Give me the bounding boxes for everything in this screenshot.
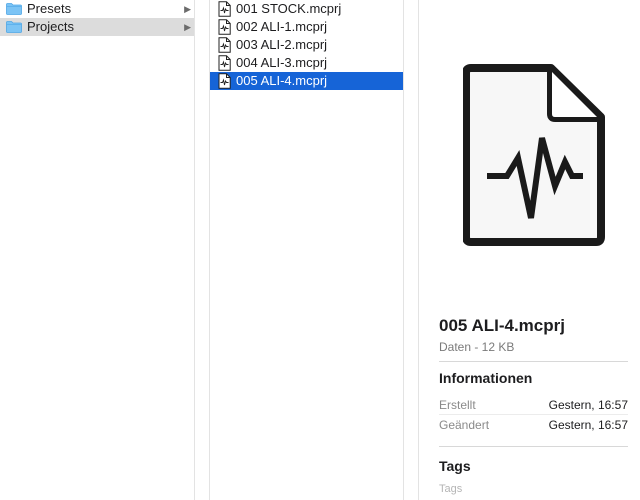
tags-input[interactable]: Tags	[439, 483, 462, 495]
info-key: Erstellt	[439, 398, 476, 412]
folder-item-label: Presets	[27, 1, 72, 16]
document-waveform-icon	[218, 73, 231, 89]
file-item[interactable]: 003 ALI-2.mcprj	[210, 36, 403, 54]
file-item-selected[interactable]: 005 ALI-4.mcprj	[210, 72, 403, 90]
folder-icon	[6, 21, 22, 33]
folder-item-projects[interactable]: Projects ▶	[0, 18, 194, 36]
file-column: 001 STOCK.mcprj 002 ALI-1.mcprj 003 ALI-…	[210, 0, 404, 500]
chevron-right-icon: ▶	[184, 22, 191, 32]
preview-file-name: 005 ALI-4.mcprj	[439, 316, 565, 335]
document-waveform-icon	[218, 19, 231, 35]
divider	[439, 361, 628, 362]
file-item-label: 004 ALI-3.mcprj	[236, 55, 328, 70]
document-waveform-icon	[218, 37, 231, 53]
info-row-created: Erstellt Gestern, 16:57	[439, 395, 628, 415]
document-waveform-icon	[218, 55, 231, 71]
column-resize-gap[interactable]	[195, 0, 210, 500]
info-key: Geändert	[439, 418, 490, 432]
file-item[interactable]: 001 STOCK.mcprj	[210, 0, 403, 18]
file-item-label: 005 ALI-4.mcprj	[236, 73, 328, 88]
file-item[interactable]: 004 ALI-3.mcprj	[210, 54, 403, 72]
tags-heading: Tags	[439, 458, 471, 474]
info-heading: Informationen	[439, 370, 533, 386]
document-waveform-icon	[462, 62, 605, 253]
file-item[interactable]: 002 ALI-1.mcprj	[210, 18, 403, 36]
divider	[439, 446, 628, 447]
file-item-label: 003 ALI-2.mcprj	[236, 37, 328, 52]
info-value: Gestern, 16:57	[548, 398, 628, 412]
info-row-modified: Geändert Gestern, 16:57	[439, 415, 628, 435]
preview-pane: 005 ALI-4.mcprj Daten - 12 KB Informatio…	[419, 0, 640, 500]
folder-item-presets[interactable]: Presets ▶	[0, 0, 194, 18]
folder-item-label: Projects	[27, 19, 74, 34]
folder-icon	[6, 3, 22, 15]
document-waveform-icon	[218, 1, 231, 17]
preview-file-kind-size: Daten - 12 KB	[439, 340, 515, 354]
file-item-label: 002 ALI-1.mcprj	[236, 19, 328, 34]
folder-column: Presets ▶ Projects ▶	[0, 0, 195, 500]
info-value: Gestern, 16:57	[548, 418, 628, 432]
column-resize-gap[interactable]	[404, 0, 419, 500]
chevron-right-icon: ▶	[184, 4, 191, 14]
file-item-label: 001 STOCK.mcprj	[236, 1, 342, 16]
